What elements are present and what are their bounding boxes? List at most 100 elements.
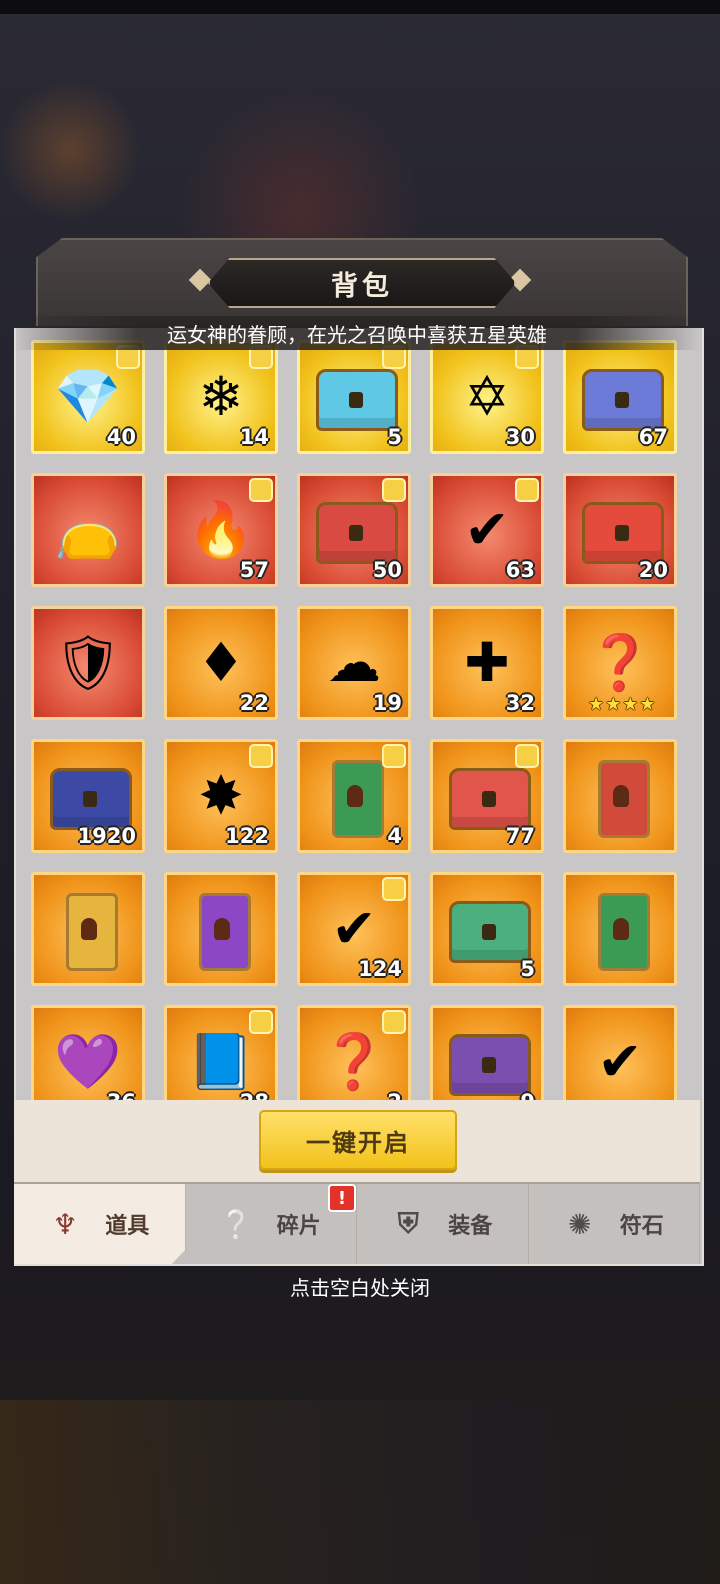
inventory-slot[interactable]: ✔ 124	[297, 872, 411, 986]
item-count: 124	[358, 957, 402, 981]
fragment-puzzle-icon	[384, 480, 404, 500]
tab-label: 碎片	[276, 1214, 321, 1239]
inventory-slot[interactable]: ✚ 32	[430, 606, 544, 720]
inventory-slot[interactable]: ☁ 19	[297, 606, 411, 720]
status-bar	[0, 0, 720, 14]
fragment-puzzle-icon	[251, 347, 271, 367]
winged-chest-icon	[582, 369, 664, 431]
gold-chest-icon: ✔	[331, 897, 377, 960]
fragment-puzzle-icon	[517, 347, 537, 367]
hero-card-icon	[598, 893, 650, 971]
fire-chest-icon: 🔥	[187, 498, 255, 561]
rune-icon: ✺	[568, 1207, 592, 1241]
card-emblem	[347, 785, 363, 807]
card-emblem	[613, 918, 629, 940]
inventory-slot[interactable]: ♦ 22	[164, 606, 278, 720]
announcement-marquee: 运女神的眷顾，在光之召唤中喜获五星英雄	[14, 316, 700, 350]
card-emblem	[214, 918, 230, 940]
item-grid[interactable]: 💎 40 ❄ 14 5 ✡ 30 67 👝 🔥 57 50 ✔ 63 20 🛡 ♦ 22 ☁ 19 ✚ 32 ❓ ★★★★ 19…	[14, 340, 700, 1100]
inventory-slot[interactable]: 77	[430, 739, 544, 853]
inventory-slot[interactable]: ✡ 30	[430, 340, 544, 454]
light-card-icon	[66, 893, 118, 971]
close-hint[interactable]: 点击空白处关闭	[0, 1272, 720, 1301]
item-count: 2	[387, 1090, 402, 1100]
item-count: 67	[638, 425, 668, 449]
tab-label: 装备	[448, 1214, 493, 1239]
inventory-slot[interactable]: 20	[563, 473, 677, 587]
armor-chest-icon: 🛡	[53, 631, 123, 694]
marquee-text: 运女神的眷顾，在光之召唤中喜获五星英雄	[167, 322, 547, 347]
item-count: 1920	[77, 824, 136, 848]
heart-chest-icon: ✔	[464, 498, 510, 561]
potion-icon: ♆	[52, 1207, 78, 1241]
item-count: 9	[520, 1090, 535, 1100]
question-icon: ❔	[219, 1207, 255, 1241]
inventory-slot[interactable]: 5	[297, 340, 411, 454]
inventory-slot[interactable]	[563, 739, 677, 853]
red-chest-icon	[449, 768, 531, 830]
inventory-slot[interactable]: 🛡	[31, 606, 145, 720]
star-rating: ★★★★	[588, 694, 657, 715]
inventory-slot[interactable]	[164, 872, 278, 986]
inventory-slot[interactable]	[563, 872, 677, 986]
tab-potion[interactable]: ♆ 道具	[14, 1184, 186, 1264]
open-all-button[interactable]: 一键开启	[259, 1110, 457, 1170]
inventory-slot[interactable]: 50	[297, 473, 411, 587]
category-tabs: ♆ 道具 ❔ 碎片! ⛨ 装备 ✺ 符石	[14, 1182, 700, 1264]
tab-question[interactable]: ❔ 碎片!	[186, 1184, 357, 1264]
fragment-puzzle-icon	[251, 746, 271, 766]
inventory-slot[interactable]: ❓2	[297, 1005, 411, 1100]
silver-chest-icon: ✸	[198, 764, 244, 827]
item-count: 14	[239, 425, 269, 449]
inventory-slot[interactable]: 5	[430, 872, 544, 986]
inventory-slot[interactable]	[31, 872, 145, 986]
mystery-chest-icon: ❓	[320, 1030, 388, 1093]
inventory-slot[interactable]: 💎 40	[31, 340, 145, 454]
item-count: 30	[505, 425, 535, 449]
red-chest-icon	[316, 502, 398, 564]
jade-chest-icon	[449, 901, 531, 963]
tab-rune[interactable]: ✺ 符石	[529, 1184, 700, 1264]
inventory-slot[interactable]: ✸ 122	[164, 739, 278, 853]
wing-chest-icon	[449, 1034, 531, 1096]
hero-card-icon	[332, 760, 384, 838]
gem-chest-icon: 💜	[54, 1030, 122, 1093]
item-count: 77	[505, 824, 535, 848]
card-emblem	[613, 785, 629, 807]
item-count: 50	[372, 558, 402, 582]
item-count: 40	[106, 425, 136, 449]
inventory-slot[interactable]: 👝	[31, 473, 145, 587]
fragment-puzzle-icon	[384, 879, 404, 899]
inventory-slot[interactable]: ✔	[563, 1005, 677, 1100]
book-chest-icon: 📘	[187, 1030, 255, 1093]
inventory-slot[interactable]: 9	[430, 1005, 544, 1100]
inventory-slot[interactable]: ✔ 63	[430, 473, 544, 587]
tab-label: 道具	[105, 1214, 150, 1239]
fragment-puzzle-icon	[517, 746, 537, 766]
item-count: 36	[107, 1090, 136, 1100]
item-count: 5	[520, 957, 535, 981]
inventory-slot[interactable]: 📘28	[164, 1005, 278, 1100]
item-count: 32	[505, 691, 535, 715]
inventory-slot[interactable]: 1920	[31, 739, 145, 853]
mystery-chest-icon: ❓	[586, 631, 654, 694]
inventory-slot[interactable]: ❄ 14	[164, 340, 278, 454]
fragment-puzzle-icon	[517, 480, 537, 500]
item-count: 22	[239, 691, 269, 715]
inventory-slot[interactable]: 4	[297, 739, 411, 853]
flower-chest-icon: ✚	[464, 631, 510, 694]
title-plate: 背包	[208, 258, 516, 308]
fragment-puzzle-icon	[384, 1012, 404, 1032]
cloud-chest-icon: ☁	[327, 631, 381, 694]
inventory-slot[interactable]: ❓ ★★★★	[563, 606, 677, 720]
item-count: 5	[387, 425, 402, 449]
tab-shield[interactable]: ⛨ 装备	[357, 1184, 529, 1264]
inventory-slot[interactable]: 🔥 57	[164, 473, 278, 587]
inventory-slot[interactable]: 💜36	[31, 1005, 145, 1100]
dark-card-icon	[199, 893, 251, 971]
treasure-chest-icon	[316, 369, 398, 431]
item-count: 122	[225, 824, 269, 848]
ruby-chest-icon: ♦	[196, 631, 246, 694]
background-lower-area	[0, 1400, 720, 1584]
inventory-slot[interactable]: 67	[563, 340, 677, 454]
